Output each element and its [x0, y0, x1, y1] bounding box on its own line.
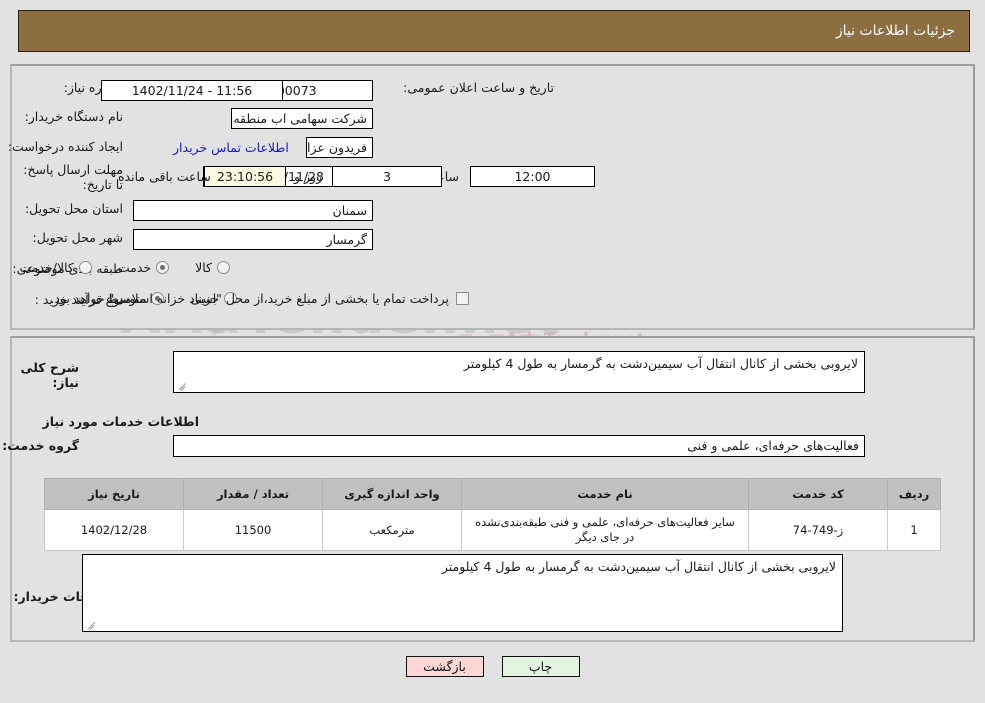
checkbox-treasury-bonds[interactable] — [456, 292, 469, 305]
back-button[interactable]: بازگشت — [405, 656, 484, 677]
services-section-heading: اطلاعات خدمات مورد نیاز — [42, 414, 200, 429]
cell-code: ز-749-74 — [748, 509, 888, 551]
print-button[interactable]: چاپ — [501, 656, 580, 677]
page-title: جزئیات اطلاعات نیاز — [835, 23, 955, 39]
th-unit: واحد اندازه گیری — [322, 478, 462, 510]
timer-unit-label: ساعت باقی مانده — [118, 169, 211, 184]
radio-service[interactable] — [156, 261, 170, 274]
th-date: تاریخ نیاز — [44, 478, 184, 510]
deadline-label: مهلت ارسال پاسخ: تا تاریخ: — [23, 162, 123, 192]
category-option-service[interactable]: خدمت — [117, 260, 170, 275]
general-desc-label: شرح کلی نیاز: — [20, 360, 79, 390]
treasury-option[interactable]: پرداخت تمام یا بخشی از مبلغ خرید،از محل … — [50, 291, 469, 306]
page-title-bar: جزئیات اطلاعات نیاز — [18, 10, 970, 52]
resize-grip-icon[interactable] — [177, 380, 187, 390]
creator-label: ایجاد کننده درخواست: — [7, 139, 123, 154]
province-field[interactable]: سمنان — [133, 200, 373, 221]
announce-datetime-field[interactable]: 11:56 - 1402/11/24 — [101, 80, 283, 101]
table-header-row: ردیف کد خدمت نام خدمت واحد اندازه گیری ت… — [44, 478, 941, 510]
creator-field[interactable]: فریدون عزالدین کاربرداز شرکت سهامی اب من… — [306, 137, 373, 158]
table-row: 1 ز-749-74 سایر فعالیت‌های حرفه‌ای، علمی… — [44, 509, 941, 551]
deadline-row: مهلت ارسال پاسخ: تا تاریخ: — [13, 162, 123, 192]
cell-quantity: 11500 — [183, 509, 323, 551]
category-option-service-label: خدمت — [117, 260, 152, 275]
days-unit-label: روز و — [294, 169, 323, 184]
category-option-goods[interactable]: کالا — [195, 260, 230, 275]
cell-name: سایر فعالیت‌های حرفه‌ای، علمی و فنی طبقه… — [461, 509, 749, 551]
general-desc-value: لایروبی بخشی از کانال انتقال آب سیمین‌دش… — [463, 356, 858, 371]
buyer-contact-link[interactable]: اطلاعات تماس خریدار — [173, 140, 289, 155]
th-name: نام خدمت — [461, 478, 749, 510]
city-field[interactable]: گرمسار — [133, 229, 373, 250]
announce-datetime-label: تاریخ و ساعت اعلان عمومی: — [403, 80, 554, 95]
deadline-hour-field[interactable]: 12:00 — [470, 166, 595, 187]
category-option-goods-label: کالا — [195, 260, 212, 275]
buyer-notes-value: لایروبی بخشی از کانال انتقال آب سیمین‌دش… — [441, 559, 836, 574]
general-desc-textarea[interactable]: لایروبی بخشی از کانال انتقال آب سیمین‌دش… — [173, 351, 865, 393]
city-label: شهر محل تحویل: — [32, 230, 123, 245]
service-group-field[interactable]: فعالیت‌های حرفه‌ای، علمی و فنی — [173, 435, 865, 457]
treasury-checkbox-label: پرداخت تمام یا بخشی از مبلغ خرید،از محل … — [50, 291, 449, 306]
cell-unit: مترمکعب — [322, 509, 462, 551]
category-option-goods-service[interactable]: کالا/خدمت — [19, 260, 92, 275]
th-index: ردیف — [887, 478, 941, 510]
category-option-goods-service-label: کالا/خدمت — [19, 260, 74, 275]
services-table: ردیف کد خدمت نام خدمت واحد اندازه گیری ت… — [44, 478, 941, 551]
th-code: کد خدمت — [748, 478, 888, 510]
th-quantity: تعداد / مقدار — [183, 478, 323, 510]
radio-goods[interactable] — [217, 261, 230, 274]
buyer-org-label: نام دستگاه خریدار: — [24, 109, 123, 124]
countdown-timer-field: 23:10:56 — [204, 166, 286, 187]
buyer-org-field[interactable]: شرکت سهامی اب منطقه ای سمنان — [231, 108, 373, 129]
buyer-org-row: نام دستگاه خریدار: — [25, 109, 123, 124]
cell-date: 1402/12/28 — [44, 509, 184, 551]
province-label: استان محل تحویل: — [24, 201, 123, 216]
radio-goods-service[interactable] — [78, 261, 92, 274]
creator-row: ایجاد کننده درخواست: — [8, 139, 123, 154]
cell-index: 1 — [887, 509, 941, 551]
city-row: شهر محل تحویل: — [33, 230, 123, 245]
days-remaining-field[interactable]: 3 — [332, 166, 442, 187]
province-row: استان محل تحویل: — [25, 201, 123, 216]
action-button-bar: چاپ بازگشت — [0, 656, 985, 677]
service-group-label: گروه خدمت: — [2, 438, 79, 453]
announce-label-row: تاریخ و ساعت اعلان عمومی: — [403, 80, 554, 95]
category-options: کالا خدمت کالا/خدمت — [19, 260, 230, 275]
tender-details-page: A AriaTender.net W AriaTender.net جزئیات… — [0, 0, 985, 703]
buyer-notes-textarea[interactable]: لایروبی بخشی از کانال انتقال آب سیمین‌دش… — [82, 554, 843, 632]
resize-grip-icon-notes[interactable] — [86, 619, 96, 629]
